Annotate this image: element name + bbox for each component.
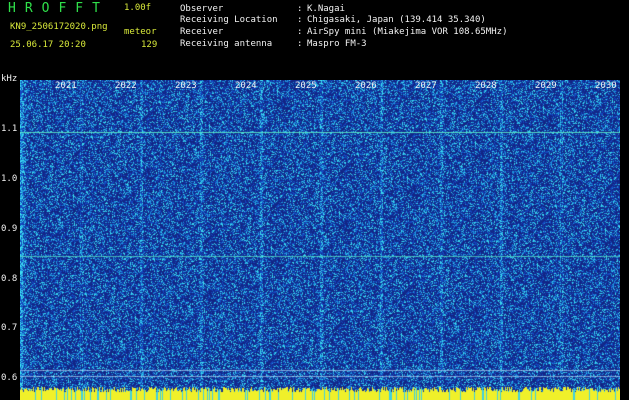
time-label: 2021 bbox=[55, 81, 77, 91]
meteor-label: meteor bbox=[124, 27, 157, 37]
time-label: 2030 bbox=[595, 81, 617, 91]
info-colon: : bbox=[297, 15, 303, 25]
time-label: 2026 bbox=[355, 81, 377, 91]
info-value-location: Chigasaki, Japan (139.414 35.340) bbox=[307, 15, 486, 25]
info-label-receiver: Receiver bbox=[180, 27, 224, 37]
hrofft-window: HROFFT 1.00f KN9_2506172020.png 25.06.17… bbox=[0, 0, 629, 400]
info-value-antenna: Maspro FM-3 bbox=[307, 39, 367, 49]
time-label: 2025 bbox=[295, 81, 317, 91]
timestamp: 25.06.17 20:20 bbox=[10, 40, 86, 50]
info-label-location: Receiving Location bbox=[180, 15, 278, 25]
time-label: 2024 bbox=[235, 81, 257, 91]
app-title: HROFFT bbox=[8, 1, 109, 16]
y-axis-unit: kHz bbox=[1, 74, 18, 84]
y-tick-0-6: 0.6 bbox=[1, 373, 18, 383]
info-label-antenna: Receiving antenna bbox=[180, 39, 273, 49]
y-tick-0-7: 0.7 bbox=[1, 323, 18, 333]
time-label: 2028 bbox=[475, 81, 497, 91]
waterfall-canvas bbox=[20, 80, 620, 400]
y-tick-0-9: 0.9 bbox=[1, 224, 18, 234]
version-label: 1.00f bbox=[124, 3, 152, 13]
time-label: 2029 bbox=[535, 81, 557, 91]
waterfall-plot bbox=[20, 80, 620, 400]
y-tick-1-0: 1.0 bbox=[1, 174, 18, 184]
time-label: 2023 bbox=[175, 81, 197, 91]
time-label: 2022 bbox=[115, 81, 137, 91]
file-name: KN9_2506172020.png bbox=[10, 22, 108, 32]
info-colon: : bbox=[297, 4, 303, 14]
info-colon: : bbox=[297, 39, 303, 49]
info-label-observer: Observer bbox=[180, 4, 224, 14]
meteor-count: 129 bbox=[141, 40, 158, 50]
info-value-observer: K.Nagai bbox=[307, 4, 345, 14]
info-colon: : bbox=[297, 27, 303, 37]
time-label: 2027 bbox=[415, 81, 437, 91]
y-tick-1-1: 1.1 bbox=[1, 124, 18, 134]
y-tick-0-8: 0.8 bbox=[1, 274, 18, 284]
info-value-receiver: AirSpy mini (Miakejima VOR 108.65MHz) bbox=[307, 27, 508, 37]
